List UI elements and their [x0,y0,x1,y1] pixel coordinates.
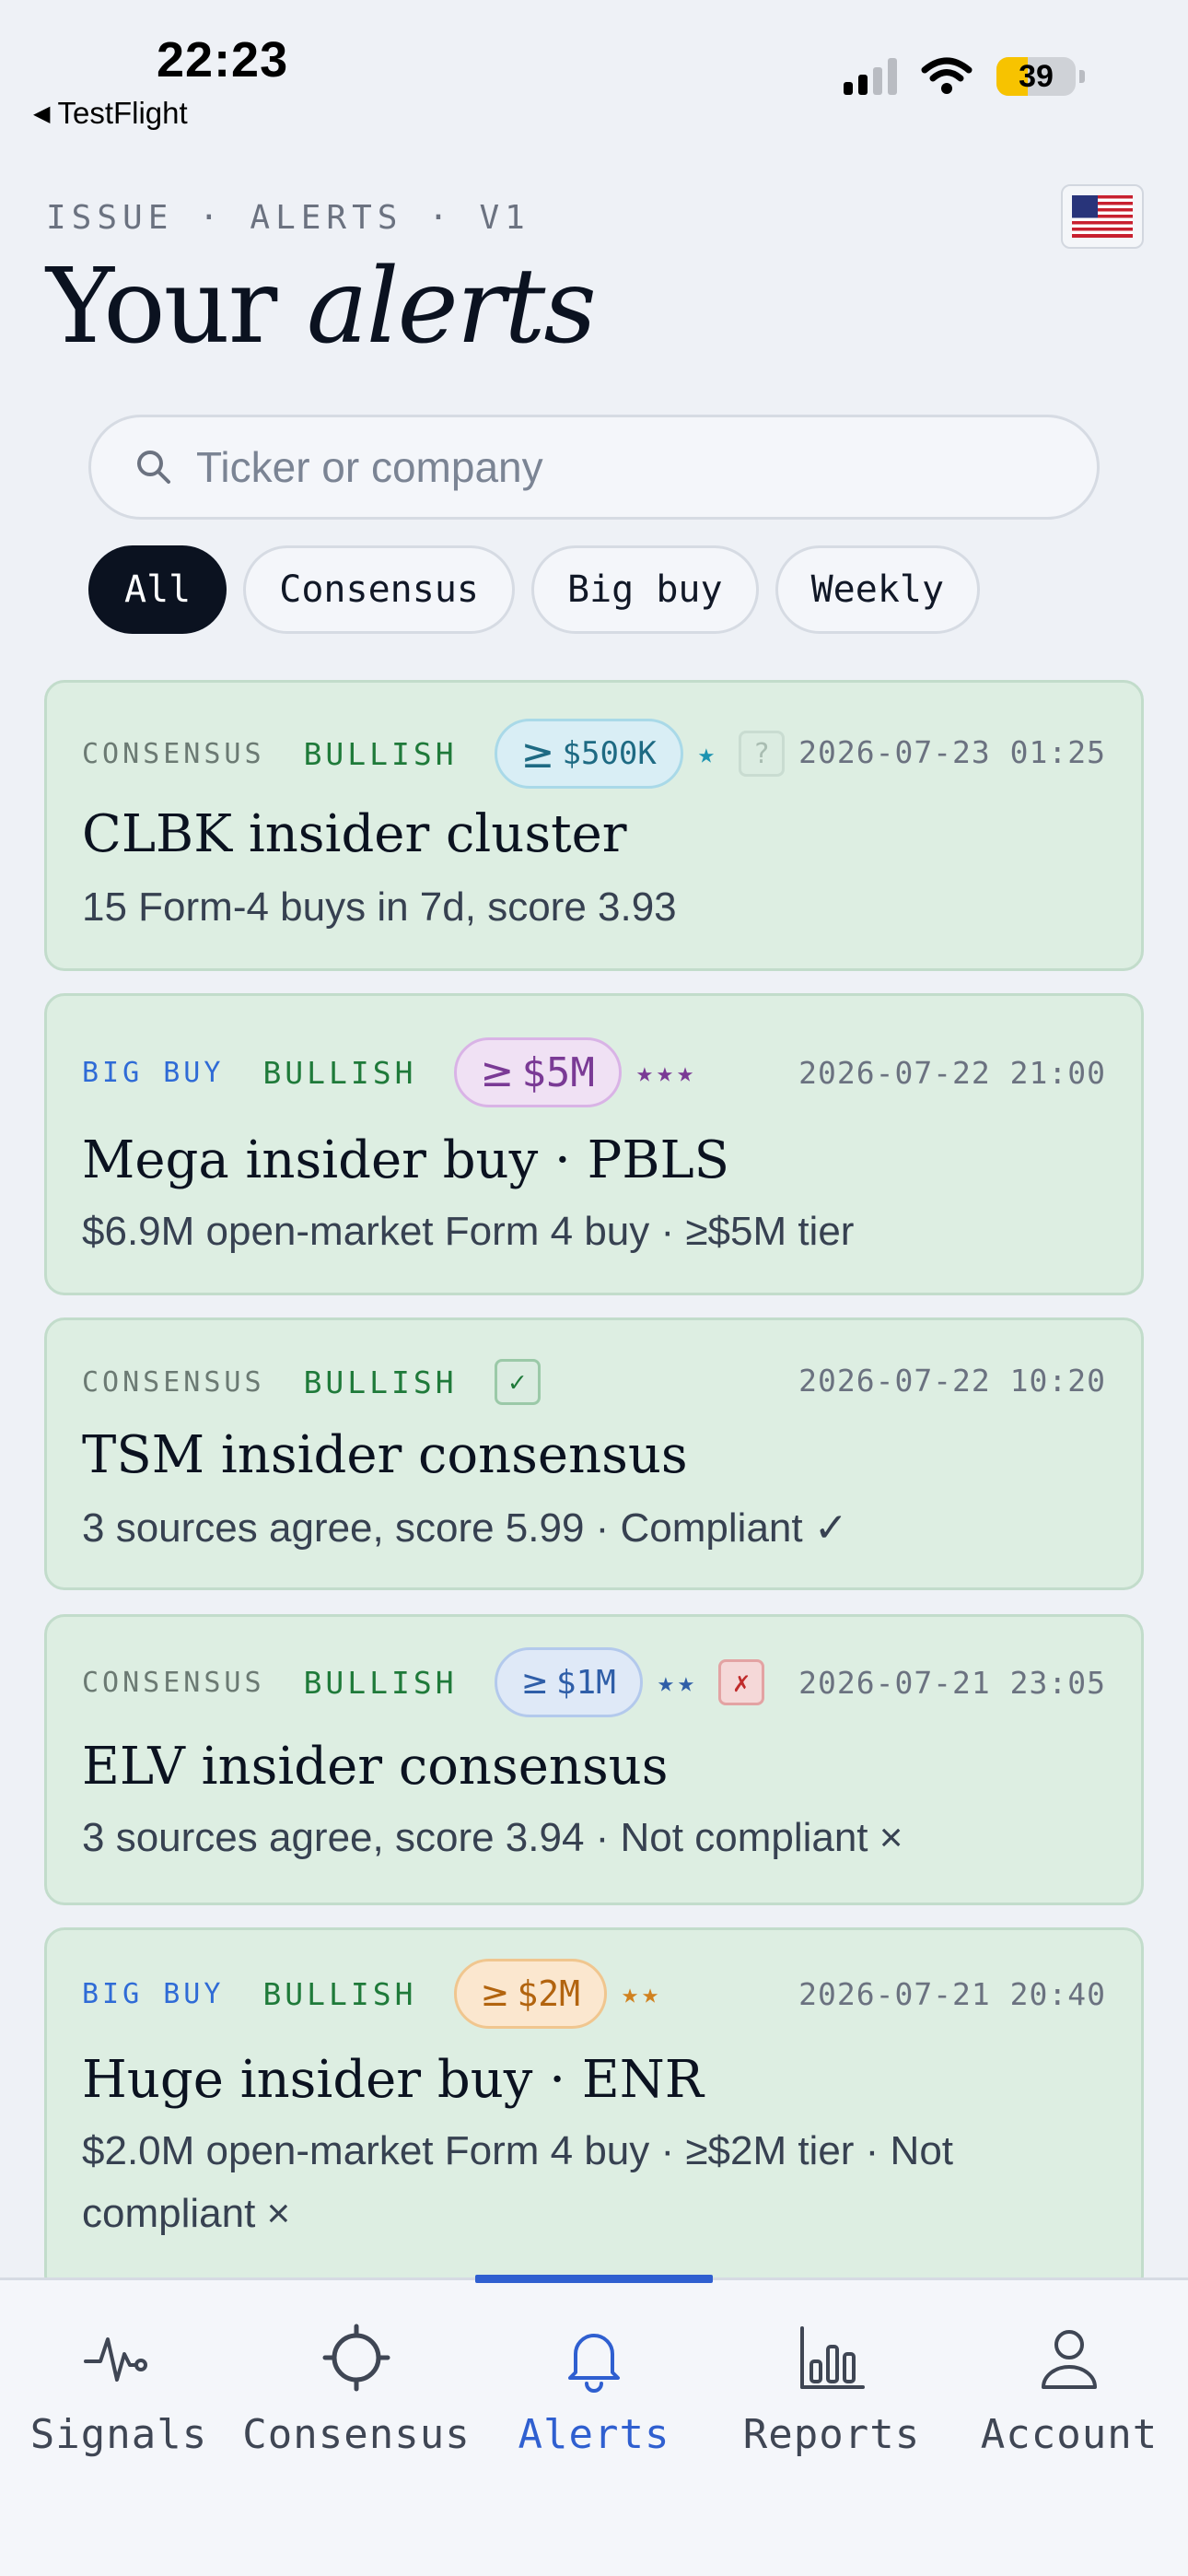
alert-subtitle: $2.0M open-market Form 4 buy · ≥$2M tier… [82,2128,954,2236]
alert-subtitle: 15 Form-4 buys in 7d, score 3.93 [82,884,677,930]
bar-chart-icon [800,2326,865,2389]
tab-label: Reports [742,2411,921,2458]
alert-title: TSM insider consensus [82,1425,688,1485]
search-icon [137,451,170,484]
alert-type: CONSENSUS [82,1666,265,1699]
alert-time: 2026-07-21 23:05 [798,1665,1106,1701]
battery-level: 39 [1019,58,1054,94]
page-title-italic: alerts [306,247,597,367]
tier-prefix: ≥ [480,1973,510,2014]
tier-badge: ≥ $1M [494,1647,643,1717]
alert-card[interactable]: CONSENSUS BULLISH ✓ 2026-07-22 10:20 TSM… [44,1317,1144,1590]
filter-chip-consensus[interactable]: Consensus [243,545,515,634]
compliance-pass-badge: ✓ [494,1359,541,1405]
alert-time: 2026-07-22 10:20 [798,1363,1106,1399]
search-bar[interactable] [88,415,1100,520]
alert-card[interactable]: CONSENSUS BULLISH ≥ $500K ★ ? 2026-07-23 … [44,680,1144,971]
bottom-tab-bar: Signals Consensus Alerts Reports Account [0,2275,1188,2576]
tab-reports[interactable]: Reports [713,2280,950,2492]
alert-type: CONSENSUS [82,1365,265,1399]
alert-type: BIG BUY [82,1977,225,2010]
alert-subtitle: $6.9M open-market Form 4 buy · ≥$5M tier [82,1209,855,1254]
tab-signals[interactable]: Signals [0,2280,238,2492]
alert-subtitle: 3 sources agree, score 3.94 · Not compli… [82,1815,903,1860]
filter-chip-big-buy[interactable]: Big buy [531,545,759,634]
search-input[interactable] [196,442,1025,492]
back-to-app-button[interactable]: ◀ TestFlight [33,96,188,131]
page-title: Your alerts [46,247,597,367]
pulse-icon [84,2337,147,2382]
alert-sentiment: BULLISH [262,1054,417,1091]
alert-type: CONSENSUS [82,737,265,770]
status-indicators: 39 [844,57,1085,96]
tier-badge: ≥ $2M [453,1959,607,2029]
alert-sentiment: BULLISH [303,1664,458,1701]
alert-title: ELV insider consensus [82,1737,669,1797]
compliance-fail-badge: ✗ [717,1659,764,1705]
tab-label: Consensus [242,2411,471,2458]
tier-prefix: ≥ [520,730,555,778]
tier-badge: ≥ $500K [494,719,683,789]
cellular-signal-icon [844,58,897,95]
alert-time: 2026-07-21 20:40 [798,1976,1106,2012]
alert-type: BIG BUY [82,1056,225,1089]
tier-prefix: ≥ [520,1663,549,1702]
status-time: 22:23 [157,32,289,88]
tab-label: Alerts [518,2411,670,2458]
tab-consensus[interactable]: Consensus [238,2280,475,2492]
alert-card[interactable]: CONSENSUS BULLISH ≥ $1M ★★ ✗ 2026-07-21 2… [44,1614,1144,1905]
alert-title: CLBK insider cluster [82,804,627,864]
wifi-icon [921,57,973,94]
crosshair-icon [322,2324,390,2392]
alert-card[interactable]: BIG BUY BULLISH ≥ $5M ★★★ 2026-07-22 21:0… [44,993,1144,1295]
rating-stars: ★ [697,737,718,770]
tier-badge: ≥ $5M [453,1037,622,1107]
alert-sentiment: BULLISH [303,1364,458,1400]
battery-icon: 39 [996,57,1076,96]
tab-alerts[interactable]: Alerts [475,2280,713,2492]
bell-icon [568,2334,620,2393]
rating-stars: ★★ [622,1977,663,2010]
tab-label: Signals [29,2411,208,2458]
us-flag-icon [1072,195,1133,238]
compliance-unknown-badge: ? [738,731,785,777]
alert-sentiment: BULLISH [262,1975,417,2012]
back-triangle-icon: ◀ [33,100,51,126]
tier-value: $500K [562,735,657,772]
rating-stars: ★★ [657,1666,698,1699]
user-icon [1042,2330,1097,2389]
tab-label: Account [980,2411,1159,2458]
alert-subtitle: 3 sources agree, score 5.99 · Compliant … [82,1505,848,1551]
tier-value: $5M [521,1048,595,1096]
filter-chip-all[interactable]: All [88,545,227,634]
page-kicker: ISSUE · ALERTS · V1 [46,199,530,237]
alert-title: Huge insider buy · ENR [82,2050,704,2110]
alert-card[interactable]: BIG BUY BULLISH ≥ $2M ★★ 2026-07-21 20:40… [44,1927,1144,2296]
rating-stars: ★★★ [635,1056,698,1089]
back-app-label: TestFlight [57,96,188,130]
tier-value: $2M [517,1973,580,2014]
tab-account[interactable]: Account [950,2280,1188,2492]
status-bar: 22:23 ◀ TestFlight 39 [0,0,1188,138]
page-title-plain: Your [46,247,307,367]
battery-cap [1079,70,1085,83]
alert-time: 2026-07-22 21:00 [798,1055,1106,1091]
filter-chip-weekly[interactable]: Weekly [775,545,981,634]
filter-chips: All Consensus Big buy Weekly [88,545,981,634]
tier-prefix: ≥ [480,1048,515,1096]
alert-sentiment: BULLISH [303,735,458,772]
tier-value: $1M [555,1663,616,1702]
alert-time: 2026-07-23 01:25 [798,734,1106,770]
region-flag-button[interactable] [1061,184,1144,249]
alert-title: Mega insider buy · PBLS [82,1130,730,1190]
